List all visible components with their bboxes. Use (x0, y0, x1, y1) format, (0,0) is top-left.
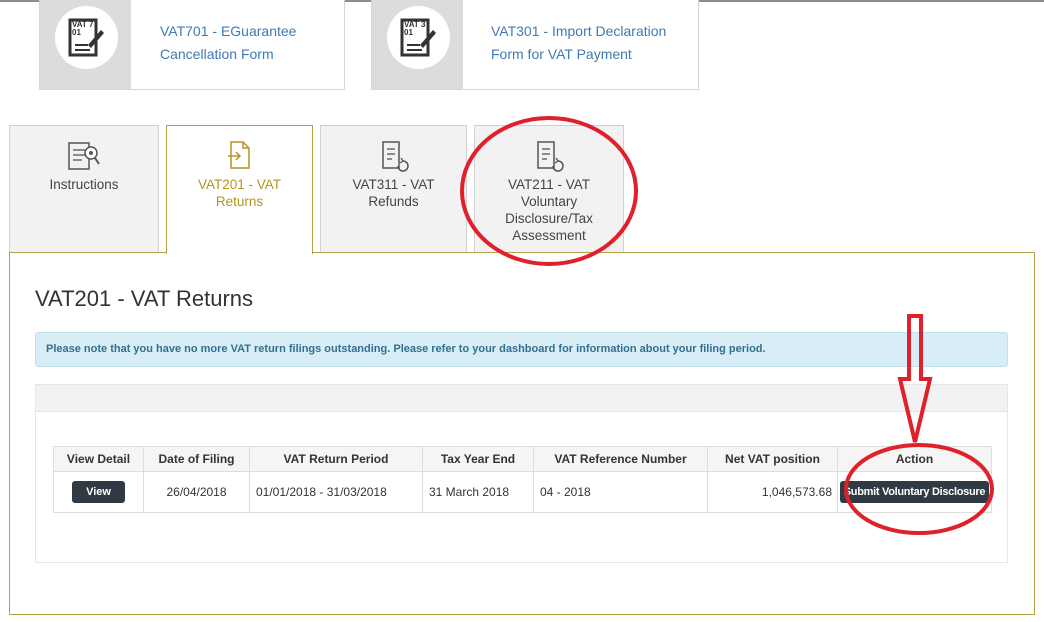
tab-label: VAT201 - VAT Returns (197, 177, 282, 209)
card-icon-code: VAT 701 (72, 20, 94, 37)
col-vat-return-period: VAT Return Period (249, 446, 423, 472)
col-vat-reference-number: VAT Reference Number (533, 446, 708, 472)
tab-label: VAT311 - VAT Refunds (352, 177, 435, 209)
reference-cell: 04 - 2018 (533, 471, 708, 513)
vat301-card[interactable]: VAT 301 VAT301 - Import Declaration Form… (371, 0, 699, 90)
tab-vat211-voluntary-disclosure[interactable]: VAT211 - VAT Voluntary Disclosure/Tax As… (474, 125, 624, 253)
card-title[interactable]: VAT701 - EGuarantee Cancellation Form (160, 20, 360, 66)
table-toolbar (35, 384, 1008, 412)
card-icon-box: VAT 701 (40, 0, 131, 89)
col-net-vat-position: Net VAT position (707, 446, 838, 472)
tab-label: VAT211 - VAT Voluntary Disclosure/Tax As… (505, 177, 593, 243)
document-search-icon (68, 142, 100, 170)
tab-label: Instructions (49, 177, 119, 192)
tab-vat311-refunds[interactable]: VAT311 - VAT Refunds (320, 125, 467, 253)
col-view-detail: View Detail (53, 446, 144, 472)
document-refresh-icon (381, 141, 409, 172)
return-period-cell: 01/01/2018 - 31/03/2018 (249, 471, 423, 513)
col-tax-year-end: Tax Year End (422, 446, 534, 472)
tax-year-end-cell: 31 March 2018 (422, 471, 534, 513)
card-icon-box: VAT 301 (372, 0, 463, 89)
col-action: Action (837, 446, 992, 472)
info-notice: Please note that you have no more VAT re… (35, 332, 1008, 367)
tab-vat201-returns[interactable]: VAT201 - VAT Returns (166, 125, 313, 254)
table-header-row: View Detail Date of Filing VAT Return Pe… (53, 446, 992, 472)
vat201-panel: VAT201 - VAT Returns Please note that yo… (9, 252, 1035, 615)
tab-instructions[interactable]: Instructions (9, 125, 159, 253)
net-vat-cell: 1,046,573.68 (707, 471, 838, 513)
returns-table-container: View Detail Date of Filing VAT Return Pe… (35, 411, 1008, 563)
date-of-filing-cell: 26/04/2018 (143, 471, 250, 513)
page-title: VAT201 - VAT Returns (35, 286, 254, 311)
returns-table: View Detail Date of Filing VAT Return Pe… (53, 446, 992, 513)
document-refresh-icon (537, 141, 564, 172)
table-row: View 26/04/2018 01/01/2018 - 31/03/2018 … (53, 471, 992, 513)
view-button[interactable]: View (72, 481, 125, 503)
card-title[interactable]: VAT301 - Import Declaration Form for VAT… (491, 20, 681, 66)
submit-voluntary-disclosure-button[interactable]: Submit Voluntary Disclosure (839, 481, 990, 503)
col-date-of-filing: Date of Filing (143, 446, 250, 472)
card-icon-code: VAT 301 (404, 20, 426, 37)
document-arrow-icon (227, 141, 250, 169)
vat701-card[interactable]: VAT 701 VAT701 - EGuarantee Cancellation… (39, 0, 345, 90)
